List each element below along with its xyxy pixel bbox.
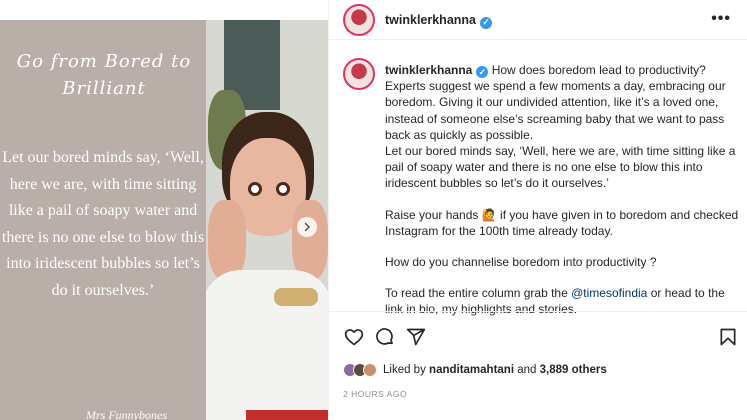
caption-paragraph-2: Let our bored minds say, ‘Well, here we … xyxy=(385,144,736,191)
likes-summary: Liked by nanditamahtani and 3,889 others xyxy=(343,361,607,379)
likes-count[interactable]: 3,889 others xyxy=(540,364,607,376)
caption-avatar[interactable] xyxy=(343,58,375,90)
quote-signature: Mrs Funnybones xyxy=(86,408,167,420)
save-button[interactable] xyxy=(717,326,739,348)
carousel-next-button[interactable] xyxy=(297,217,317,237)
bookmark-icon xyxy=(720,328,736,346)
likes-text: Liked by nanditamahtani and 3,889 others xyxy=(383,364,607,376)
quote-body: Let our bored minds say, ‘Well, here we … xyxy=(1,149,205,299)
post-media[interactable]: Go from Bored to Brilliant Let our bored… xyxy=(0,0,328,420)
more-options-icon[interactable]: ••• xyxy=(711,10,731,28)
quote-title: Go from Bored to Brilliant xyxy=(16,51,192,99)
post-caption: twinklerkhanna ✓ How does boredom lead to… xyxy=(385,62,741,318)
instagram-post: Go from Bored to Brilliant Let our bored… xyxy=(0,0,747,420)
caption-username[interactable]: twinklerkhanna xyxy=(385,63,472,77)
post-header: twinklerkhanna ✓ ••• xyxy=(329,0,747,40)
comment-button[interactable] xyxy=(374,326,396,348)
caption-paragraph-4: How do you channelise boredom into produ… xyxy=(385,255,657,270)
avatar[interactable] xyxy=(343,4,375,36)
action-bar xyxy=(343,326,743,348)
like-button[interactable] xyxy=(343,326,365,348)
liker-avatar[interactable] xyxy=(363,363,377,377)
caption-paragraph-5a: To read the entire column grab the xyxy=(385,286,568,301)
quote-card: Go from Bored to Brilliant Let our bored… xyxy=(0,20,206,420)
divider xyxy=(329,311,747,312)
mention-link[interactable]: @timesofindia xyxy=(571,286,647,300)
raising-hand-emoji: 🙋 xyxy=(481,207,497,222)
comment-icon xyxy=(376,328,393,345)
liked-by-user[interactable]: nanditamahtani xyxy=(429,364,514,376)
post-side-panel: twinklerkhanna ✓ ••• twinklerkhanna ✓ How … xyxy=(328,0,747,420)
chevron-right-icon xyxy=(304,222,311,232)
verified-badge-icon: ✓ xyxy=(480,16,492,29)
post-timestamp[interactable]: 2 HOURS AGO xyxy=(343,389,407,399)
heart-icon xyxy=(344,329,364,346)
verified-badge-icon: ✓ xyxy=(476,66,489,79)
caption-paragraph-3a: Raise your hands xyxy=(385,207,479,222)
share-icon xyxy=(406,328,426,346)
header-username[interactable]: twinklerkhanna ✓ xyxy=(385,13,492,29)
share-button[interactable] xyxy=(405,326,427,348)
